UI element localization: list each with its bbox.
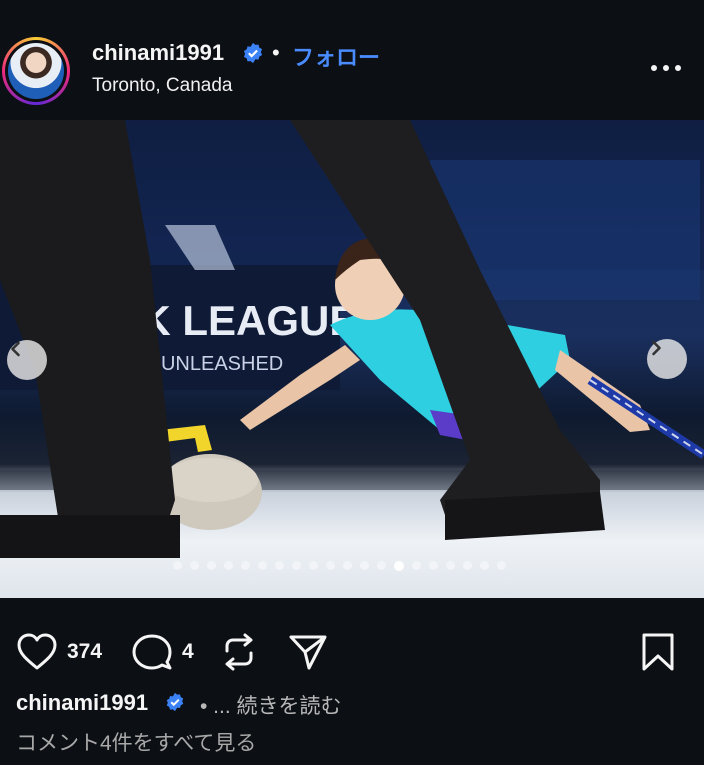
- carousel-dot: [309, 561, 318, 570]
- follow-button[interactable]: フォロー: [292, 40, 380, 72]
- location-link[interactable]: Toronto, Canada: [92, 75, 233, 97]
- carousel-dot: [446, 561, 455, 570]
- carousel-dot: [377, 561, 386, 570]
- post-header: chinami1991 • フォロー Toronto, Canada: [0, 0, 704, 120]
- avatar-border: [5, 40, 67, 102]
- carousel-dot: [207, 561, 216, 570]
- carousel-dot: [343, 561, 352, 570]
- carousel-dot: [429, 561, 438, 570]
- caption-more-button[interactable]: • ... 続きを読む: [200, 690, 342, 720]
- carousel-dot: [463, 561, 472, 570]
- username-link[interactable]: chinami1991: [92, 40, 224, 66]
- chevron-right-icon: [652, 340, 661, 356]
- likes-count[interactable]: 374: [67, 640, 102, 664]
- caption-verified-badge-icon: [166, 692, 184, 712]
- carousel-dot: [258, 561, 267, 570]
- avatar[interactable]: [2, 37, 70, 105]
- comments-count[interactable]: 4: [182, 640, 194, 664]
- carousel-dot: [224, 561, 233, 570]
- carousel-dot: [326, 561, 335, 570]
- verified-badge-icon: [243, 42, 263, 64]
- send-icon[interactable]: [287, 632, 329, 672]
- carousel-dot-active: [394, 560, 404, 571]
- carousel-dot: [292, 561, 301, 570]
- avatar-image: [8, 43, 64, 99]
- previous-slide-button[interactable]: [7, 340, 47, 380]
- carousel-dot: [360, 561, 369, 570]
- comment-icon[interactable]: [131, 632, 173, 672]
- carousel-indicator: [173, 560, 506, 571]
- caption-username[interactable]: chinami1991: [16, 690, 148, 716]
- carousel-dot: [412, 561, 421, 570]
- view-all-comments-link[interactable]: コメント4件をすべて見る: [16, 727, 256, 757]
- heart-icon[interactable]: [16, 632, 58, 672]
- carousel-dot: [241, 561, 250, 570]
- carousel-dot: [190, 561, 199, 570]
- next-slide-button[interactable]: [647, 339, 687, 379]
- carousel-dot: [480, 561, 489, 570]
- bookmark-icon[interactable]: [640, 632, 676, 672]
- chevron-left-icon: [11, 341, 20, 357]
- more-options-icon[interactable]: [646, 58, 686, 78]
- carousel-dot: [497, 561, 506, 570]
- photo-illustration: CK LEAGUE TO UNLEASHED: [0, 120, 704, 558]
- separator-dot: •: [272, 40, 280, 65]
- carousel-dot: [173, 561, 182, 570]
- repost-icon[interactable]: [219, 631, 259, 673]
- post-photo[interactable]: CK LEAGUE TO UNLEASHED: [0, 120, 704, 598]
- carousel-dot: [275, 561, 284, 570]
